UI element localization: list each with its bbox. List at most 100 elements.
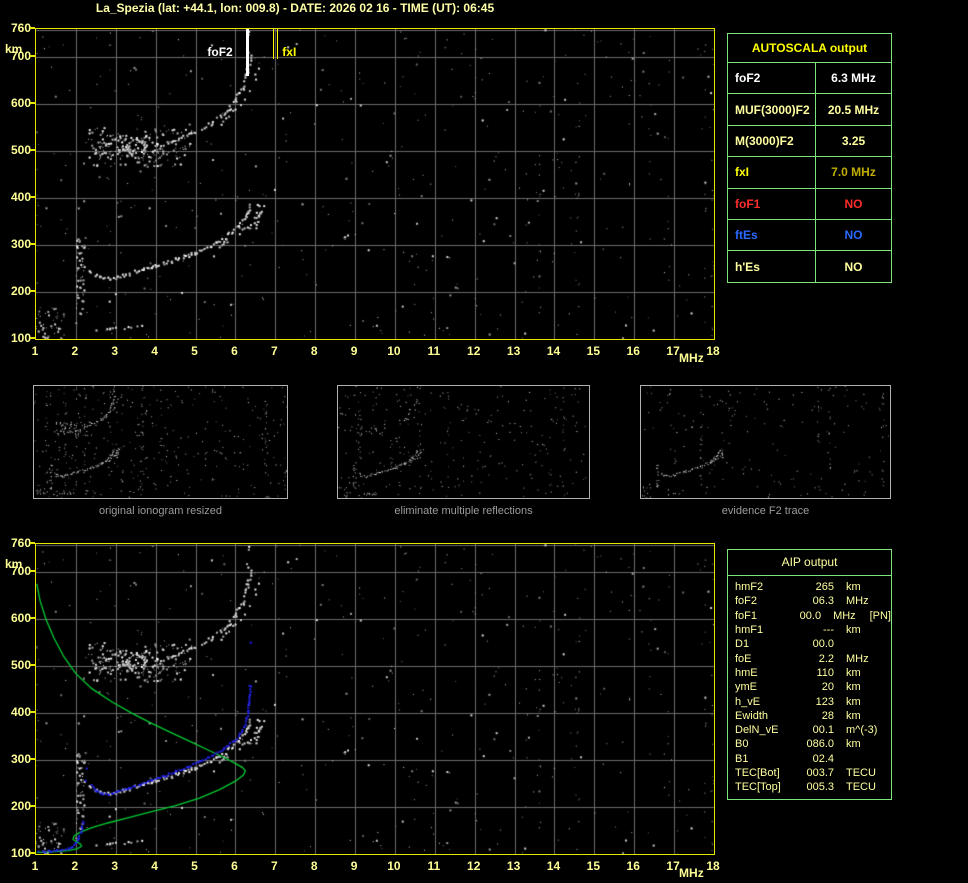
x-tick-label: 10: [387, 344, 401, 358]
aip-cell: 02.4: [812, 752, 834, 765]
aip-cell: D1: [735, 638, 750, 651]
autoscala-row-label: foF2: [735, 71, 761, 86]
y-tick-label: 100: [10, 846, 31, 860]
y-tick-label: 760: [10, 536, 31, 550]
fxi-marker-line: [277, 29, 279, 59]
x-tick-label: 2: [71, 344, 79, 358]
x-tick-label: 9: [350, 859, 358, 873]
aip-row-fof2: foF2 06.3 MHz: [728, 594, 891, 608]
y-tick-mark: [30, 102, 35, 105]
aip-cell: 005.3: [806, 781, 834, 794]
aip-row-deln-ve: DelN_vE 00.1 m^(-3): [728, 723, 891, 737]
aip-cell: MHz: [846, 652, 869, 665]
x-tick-label: 11: [427, 859, 441, 873]
aip-cell: 00.1: [812, 724, 834, 737]
y-tick-mark: [30, 852, 35, 854]
fof2-marker-line: [245, 29, 249, 76]
aip-cell: foE: [735, 652, 752, 665]
aip-row-hme: hmE 110 km: [728, 666, 891, 680]
y-tick-label: 400: [10, 190, 31, 205]
autoscala-row-label: M(3000)F2: [735, 133, 794, 148]
aip-cell: km: [846, 666, 861, 679]
aip-cell: hmF2: [735, 581, 764, 594]
fof2-marker-label: foF2: [207, 45, 233, 59]
x-tick-label: 3: [111, 344, 119, 358]
autoscala-row-h-es: h'Es NO: [728, 251, 891, 282]
autoscala-row-label: MUF(3000)F2: [735, 102, 810, 117]
thumbnail-eliminate-reflections: [337, 385, 590, 499]
x-tick-label: 16: [626, 859, 640, 873]
aip-cell: km: [846, 681, 861, 694]
aip-cell: 086.0: [806, 738, 834, 751]
aip-cell: B0: [735, 738, 749, 751]
autoscala-row-label: fxI: [735, 165, 750, 180]
x-axis-unit-label: MHz: [679, 866, 704, 880]
y-tick-label: 300: [10, 237, 31, 252]
page-title: La_Spezia (lat: +44.1, lon: 009.8) - DAT…: [95, 1, 495, 15]
aip-cell: 003.7: [806, 767, 834, 779]
y-tick-label: 760: [10, 21, 31, 35]
y-tick-label: 200: [10, 799, 31, 814]
x-tick-label: 8: [310, 344, 318, 358]
aip-cell: TECU: [846, 767, 876, 779]
y-tick-label: 500: [10, 658, 31, 673]
x-tick-label: 3: [111, 859, 119, 873]
x-tick-label: 1: [31, 344, 39, 358]
autoscala-row-label: h'Es: [735, 259, 760, 274]
autoscala-row-ftes: ftEs NO: [728, 219, 891, 252]
x-tick-label: 14: [546, 344, 561, 358]
aip-panel: AIP output hmF2 265 km foF2 06.3 MHz foF1 00.0 M…: [727, 549, 892, 801]
x-tick-label: 16: [626, 344, 640, 358]
y-tick-label: 400: [10, 705, 31, 720]
aip-cell: MHz: [833, 609, 856, 622]
aip-cell: MHz: [846, 595, 869, 608]
aip-cell: TEC[Bot]: [735, 767, 780, 779]
y-tick-mark: [30, 27, 35, 29]
thumbnail-evidence-canvas: [641, 386, 890, 498]
x-tick-label: 13: [506, 859, 521, 873]
aip-row-b1: B1 02.4: [728, 752, 891, 766]
aip-cell: km: [846, 581, 861, 594]
autoscala-row-fof2: foF2 6.3 MHz: [728, 63, 891, 95]
ionogram-profile-chart: [35, 543, 715, 855]
autoscala-screen: La_Spezia (lat: +44.1, lon: 009.8) - DAT…: [0, 0, 968, 883]
y-axis-unit-label: km: [5, 42, 23, 56]
x-tick-label: 4: [151, 859, 158, 873]
aip-cell: m^(-3): [846, 724, 878, 737]
aip-cell: km: [846, 738, 861, 751]
x-tick-label: 8: [310, 859, 318, 873]
y-tick-mark: [30, 758, 35, 761]
autoscala-row-fxi: fxI 7.0 MHz: [728, 157, 891, 189]
aip-cell: foF2: [735, 595, 758, 608]
aip-cell: 28: [821, 709, 834, 722]
y-tick-label: 300: [10, 752, 31, 767]
fxi-marker-line: [273, 29, 275, 59]
aip-cell: B1: [735, 752, 749, 765]
aip-row-b0: B0 086.0 km: [728, 737, 891, 751]
aip-cell: TEC[Top]: [735, 781, 781, 794]
x-tick-label: 14: [546, 859, 561, 873]
x-tick-label: 13: [506, 344, 521, 358]
aip-row-h-ve: h_vE 123 km: [728, 694, 891, 708]
autoscala-panel: AUTOSCALA output foF2 6.3 MHz MUF(3000)F2 2…: [727, 33, 892, 283]
x-tick-label: 6: [231, 859, 238, 873]
x-tick-label: 9: [350, 344, 358, 358]
autoscala-row-fof1: foF1 NO: [728, 188, 891, 220]
x-tick-label: 15: [586, 344, 601, 358]
x-tick-label: 11: [427, 344, 441, 358]
y-tick-mark: [30, 805, 35, 808]
aip-row-tec-top-: TEC[Top] 005.3 TECU: [728, 780, 891, 794]
aip-cell: hmE: [735, 666, 758, 679]
x-tick-label: 2: [71, 859, 79, 873]
ionogram-profile-canvas: [36, 544, 714, 854]
autoscala-panel-header: AUTOSCALA output: [728, 34, 891, 63]
aip-cell: TECU: [846, 781, 876, 794]
aip-cell: h_vE: [735, 695, 761, 708]
autoscala-row-value: NO: [815, 251, 891, 282]
x-tick-label: 6: [231, 344, 238, 358]
aip-cell: 20: [821, 681, 834, 694]
x-tick-label: 15: [586, 859, 601, 873]
x-axis-unit-label: MHz: [679, 351, 704, 365]
x-tick-label: 12: [467, 344, 481, 358]
ionogram-main-chart: foF2 fxI: [35, 28, 715, 340]
